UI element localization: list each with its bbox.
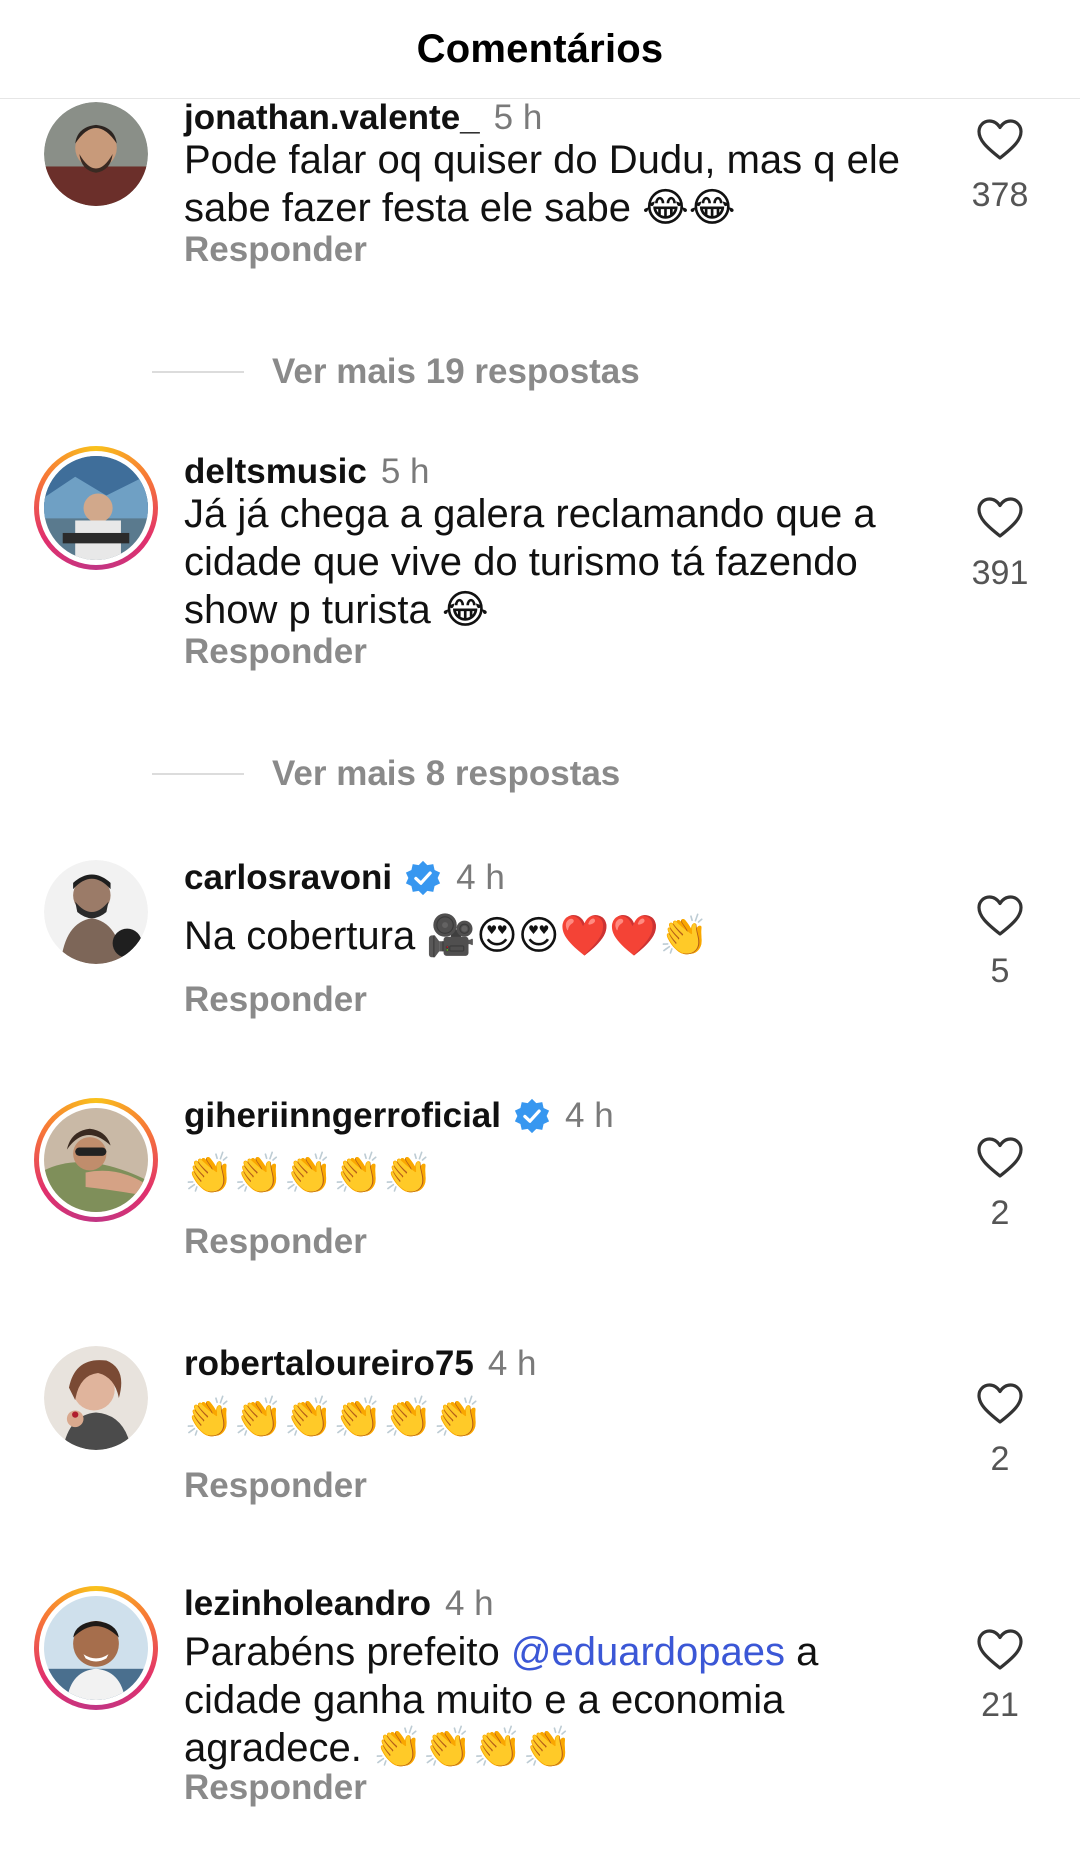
- like-count: 2: [990, 1440, 1010, 1478]
- view-more-replies-label[interactable]: Ver mais 8 respostas: [272, 754, 620, 794]
- username[interactable]: giheriinngerroficial: [184, 1096, 501, 1136]
- heart-icon: [977, 1137, 1023, 1178]
- heart-icon: [977, 895, 1023, 936]
- comment-text: Pode falar oq quiser do Dudu, mas q ele …: [184, 138, 900, 230]
- avatar[interactable]: [44, 102, 148, 206]
- like-count: 391: [971, 554, 1029, 592]
- page-title: Comentários: [416, 26, 664, 71]
- comment-text-part: Parabéns prefeito: [184, 1630, 511, 1674]
- like-button[interactable]: 391: [970, 496, 1030, 593]
- like-button[interactable]: 2: [970, 1382, 1030, 1479]
- view-more-replies-label[interactable]: Ver mais 19 respostas: [272, 352, 640, 392]
- heart-icon: [977, 1629, 1023, 1670]
- reply-button[interactable]: Responder: [184, 1466, 367, 1506]
- username[interactable]: jonathan.valente_: [184, 98, 480, 138]
- timestamp: 4 h: [444, 1584, 494, 1623]
- timestamp: 5 h: [493, 98, 543, 137]
- verified-badge-icon: [514, 1098, 550, 1134]
- reply-button[interactable]: Responder: [184, 980, 367, 1020]
- username[interactable]: robertaloureiro75: [184, 1344, 474, 1384]
- heart-icon: [977, 1383, 1023, 1424]
- header: Comentários: [0, 0, 1080, 99]
- like-button[interactable]: 2: [970, 1136, 1030, 1233]
- view-more-replies[interactable]: Ver mais 19 respostas: [152, 352, 640, 392]
- timestamp: 5 h: [380, 452, 430, 491]
- divider-line: [152, 773, 244, 775]
- reply-button[interactable]: Responder: [184, 1222, 367, 1262]
- avatar[interactable]: [34, 1586, 158, 1710]
- username[interactable]: carlosravoni: [184, 858, 392, 898]
- avatar[interactable]: [44, 860, 148, 964]
- like-count: 2: [990, 1194, 1010, 1232]
- comment-text: 👏👏👏👏👏👏: [184, 1396, 483, 1440]
- divider-line: [152, 371, 244, 373]
- avatar[interactable]: [44, 1346, 148, 1450]
- heart-icon: [977, 497, 1023, 538]
- comment-text: Parabéns prefeito @eduardopaes a cidade …: [184, 1628, 924, 1772]
- username[interactable]: lezinholeandro: [184, 1584, 431, 1624]
- like-button[interactable]: 21: [970, 1628, 1030, 1725]
- like-button[interactable]: 5: [970, 894, 1030, 991]
- like-count: 5: [990, 952, 1010, 990]
- timestamp: 4 h: [456, 858, 505, 897]
- view-more-replies[interactable]: Ver mais 8 respostas: [152, 754, 620, 794]
- mention-link[interactable]: @eduardopaes: [511, 1630, 785, 1674]
- username[interactable]: deltsmusic: [184, 452, 367, 492]
- reply-button[interactable]: Responder: [184, 632, 367, 672]
- comment-text: Já já chega a galera reclamando que a ci…: [184, 492, 876, 632]
- heart-icon: [977, 119, 1023, 160]
- timestamp: 4 h: [565, 1096, 614, 1135]
- like-count: 378: [971, 176, 1029, 214]
- like-button[interactable]: 378: [970, 118, 1030, 215]
- like-count: 21: [981, 1686, 1019, 1724]
- reply-button[interactable]: Responder: [184, 1768, 367, 1808]
- avatar[interactable]: [34, 446, 158, 570]
- comment-text: Na cobertura 🎥😍😍❤️❤️👏: [184, 914, 709, 958]
- comment-text: 👏👏👏👏👏: [184, 1152, 434, 1196]
- reply-button[interactable]: Responder: [184, 230, 367, 270]
- verified-badge-icon: [406, 860, 441, 896]
- avatar[interactable]: [34, 1098, 158, 1222]
- timestamp: 4 h: [487, 1344, 537, 1383]
